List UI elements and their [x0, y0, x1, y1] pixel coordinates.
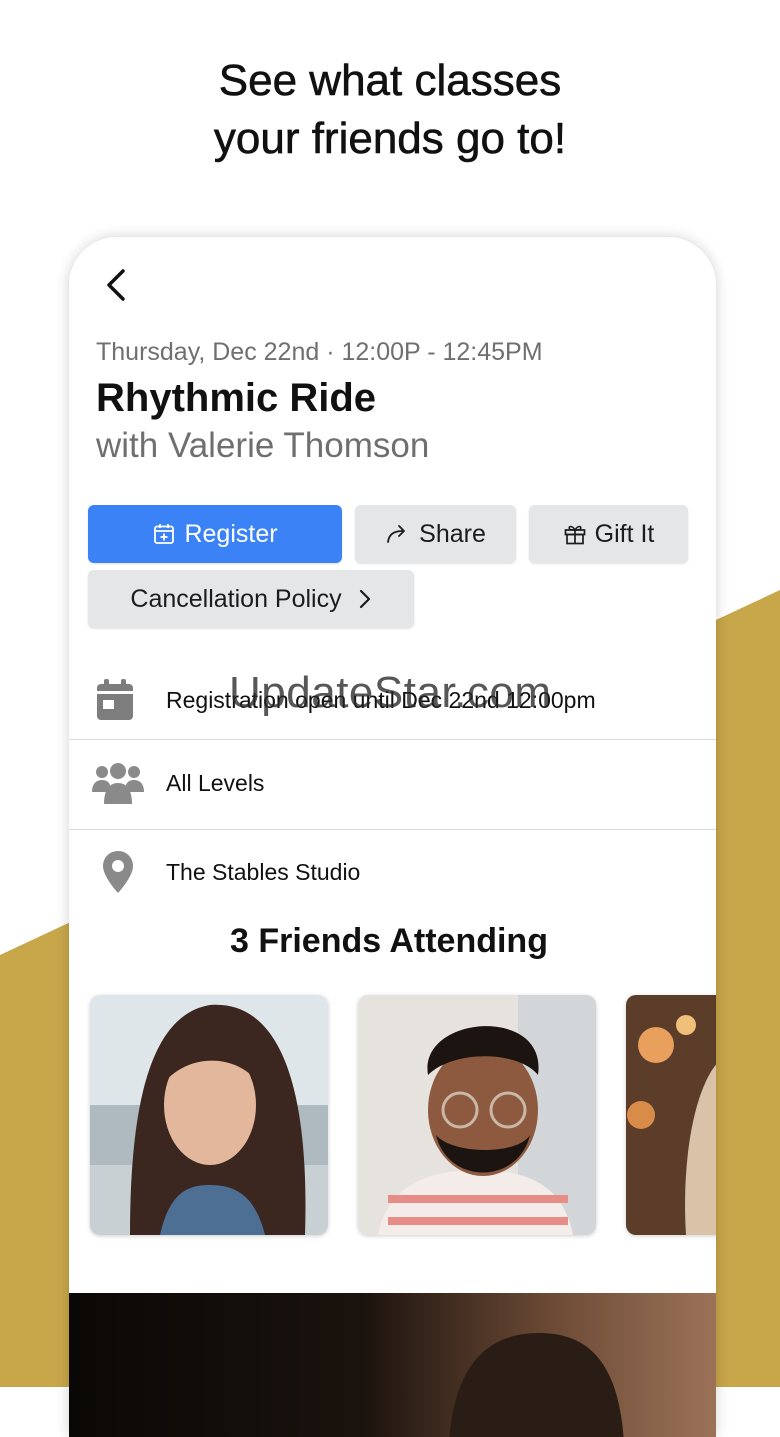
chevron-right-icon	[359, 589, 370, 609]
register-label: Register	[184, 519, 278, 548]
next-card-preview	[69, 1293, 716, 1437]
chevron-left-icon	[107, 269, 125, 301]
friend-photo	[626, 995, 716, 1235]
divider	[69, 829, 716, 830]
location-row: The Stables Studio	[69, 842, 716, 902]
map-pin-icon	[103, 851, 133, 893]
calendar-plus-icon	[154, 524, 175, 544]
phone-screen: Thursday, Dec 22nd · 12:00P - 12:45PM Rh…	[69, 237, 716, 1437]
register-button[interactable]: Register	[88, 505, 342, 563]
gift-icon	[564, 525, 585, 545]
class-datetime: Thursday, Dec 22nd · 12:00P - 12:45PM	[96, 338, 543, 366]
cancellation-policy-button[interactable]: Cancellation Policy	[88, 570, 414, 628]
class-instructor: with Valerie Thomson	[96, 426, 430, 465]
class-title: Rhythmic Ride	[96, 376, 377, 420]
share-label: Share	[419, 519, 486, 548]
calendar-icon	[97, 679, 133, 720]
registration-text: Registration open until Dec 22nd 12:00pm	[166, 686, 596, 713]
level-row: All Levels	[69, 752, 716, 814]
group-icon	[92, 763, 144, 804]
friend-avatar[interactable]	[358, 995, 596, 1235]
headline-line-2: your friends go to!	[213, 114, 567, 164]
cancellation-policy-label: Cancellation Policy	[130, 584, 342, 613]
preview-photo	[69, 1293, 716, 1437]
promo-headline: See what classes your friends go to!	[0, 52, 780, 168]
headline-line-1: See what classes	[218, 56, 562, 106]
level-text: All Levels	[166, 769, 265, 796]
location-text[interactable]: The Stables Studio	[166, 859, 360, 886]
friends-attending-title: 3 Friends Attending	[230, 922, 548, 960]
divider	[69, 739, 716, 740]
share-arrow-icon	[387, 525, 406, 543]
friend-photo	[90, 995, 328, 1235]
friend-avatar[interactable]	[626, 995, 716, 1235]
friend-photo	[358, 995, 596, 1235]
registration-row: Registration open until Dec 22nd 12:00pm	[69, 665, 716, 735]
friend-avatar[interactable]	[90, 995, 328, 1235]
share-button[interactable]: Share	[355, 505, 516, 563]
gift-label: Gift It	[594, 519, 655, 548]
gift-button[interactable]: Gift It	[529, 505, 688, 563]
back-button[interactable]	[97, 265, 137, 305]
